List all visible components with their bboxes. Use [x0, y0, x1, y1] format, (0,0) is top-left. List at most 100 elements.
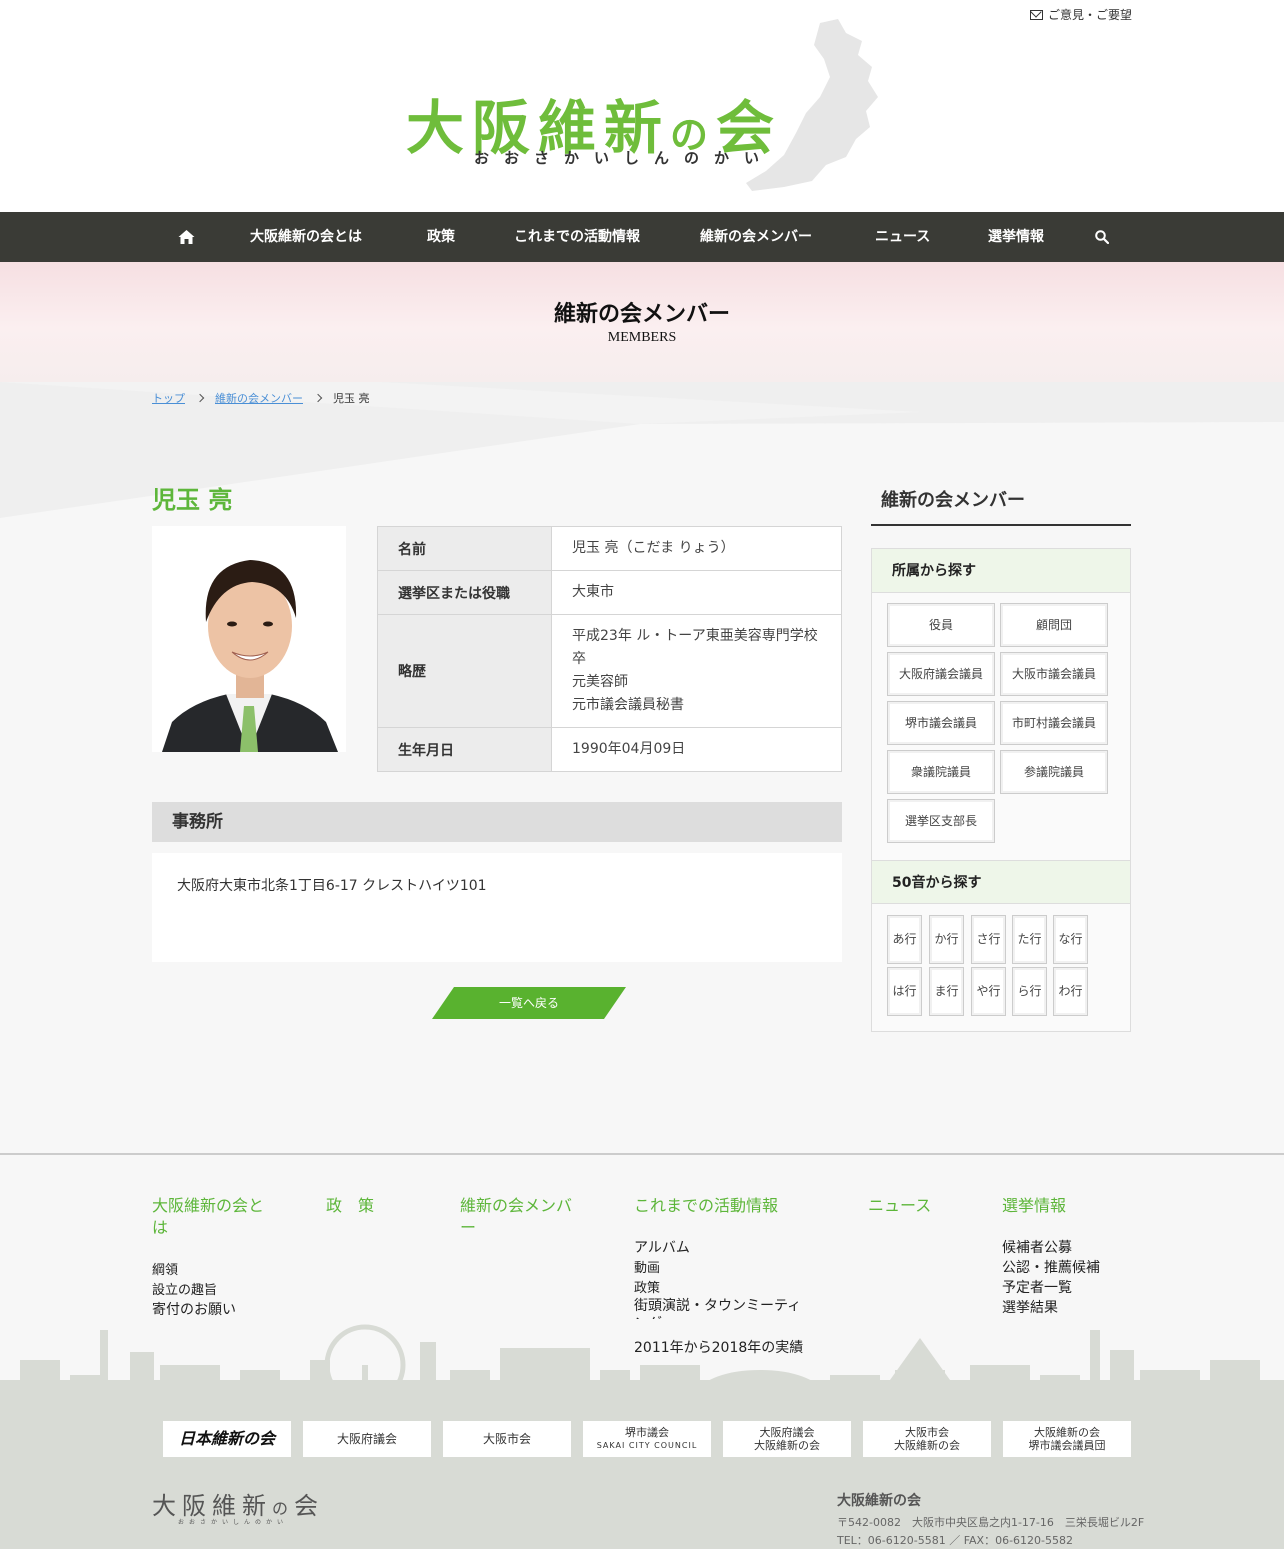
footer-about-title[interactable]: 大阪維新の会とは [152, 1195, 272, 1239]
row-value: 児玉 亮（こだま りょう） [551, 526, 842, 571]
mail-icon [1029, 9, 1043, 20]
kana-ra[interactable]: ら行 [1012, 967, 1047, 1016]
footer-address: 〒542-0082 大阪市中央区島之内1-17-16 三栄長堀ビル2F [837, 1516, 1145, 1529]
site-logo[interactable]: 大阪維新の会 おおさかいしんのかい [400, 15, 890, 200]
banner-label: 大阪市会 [905, 1426, 949, 1439]
home-icon[interactable] [178, 229, 195, 245]
logo-reading: おおさかいしんのかい [474, 149, 775, 167]
footer-news-title[interactable]: ニュース [868, 1195, 931, 1217]
affiliation-house-of-representatives[interactable]: 衆議院議員 [887, 750, 995, 794]
member-name-heading: 児玉 亮 [152, 486, 233, 514]
footer-tel-fax: TEL：06-6120-5581 ／ FAX：06-6120-5582 [837, 1534, 1074, 1547]
kana-na[interactable]: な行 [1053, 915, 1088, 964]
banner-label: 大阪維新の会 [754, 1439, 820, 1452]
row-label: 生年月日 [377, 727, 552, 772]
nav-news[interactable]: ニュース [875, 212, 930, 262]
banner-sakai-ishin[interactable]: 大阪維新の会 堺市議会議員団 [1003, 1421, 1131, 1457]
office-address: 大阪府大東市北条1丁目6-17 クレストハイツ101 [152, 853, 842, 962]
kana-ma[interactable]: ま行 [929, 967, 964, 1016]
nav-policy[interactable]: 政策 [427, 212, 455, 262]
row-value: 平成23年 ル・トーア東亜美容専門学校卒 元美容師 元市議会議員秘書 [551, 614, 842, 728]
row-label: 選挙区または役職 [377, 570, 552, 615]
footer-link-album[interactable]: アルバム [634, 1237, 690, 1257]
footer-elections-title[interactable]: 選挙情報 [1002, 1195, 1066, 1217]
breadcrumb: トップ 維新の会メンバー 児玉 亮 [152, 390, 370, 406]
table-row: 生年月日 1990年04月09日 [377, 727, 842, 772]
banner-osaka-prefectural-assembly[interactable]: 大阪府議会 [303, 1421, 431, 1457]
banner-city-ishin[interactable]: 大阪市会 大阪維新の会 [863, 1421, 991, 1457]
affiliation-branch-heads[interactable]: 選挙区支部長 [887, 799, 995, 843]
affiliation-officers[interactable]: 役員 [887, 603, 995, 647]
member-photo [152, 526, 346, 752]
banner-sakai-city-council[interactable]: 堺市議会 SAKAI CITY COUNCIL [583, 1421, 711, 1457]
search-icon[interactable] [1095, 230, 1109, 244]
sidebar-search-box: 所属から探す 役員 顧問団 大阪府議会議員 大阪市議会議員 堺市議会議員 市町村… [871, 548, 1131, 1032]
row-value: 1990年04月09日 [551, 727, 842, 772]
city-skyline-illustration [0, 1324, 1284, 1410]
row-label: 名前 [377, 526, 552, 571]
back-to-list-button[interactable]: 一覧へ戻る [432, 987, 626, 1019]
footer-link-donation[interactable]: 寄付のお願い [152, 1299, 236, 1319]
table-row: 選挙区または役職 大東市 [377, 570, 842, 615]
footer-link-founding[interactable]: 設立の趣旨 [152, 1279, 217, 1298]
footer-members-title[interactable]: 維新の会メンバー [460, 1195, 580, 1239]
affiliation-municipal[interactable]: 市町村議会議員 [1000, 701, 1108, 745]
footer-activities-title[interactable]: これまでの活動情報 [634, 1195, 778, 1217]
kana-ha[interactable]: は行 [887, 967, 922, 1016]
kana-sa[interactable]: さ行 [971, 915, 1006, 964]
kana-heading: 50音から探す [872, 860, 1130, 904]
footer-link-video[interactable]: 動画 [634, 1257, 660, 1276]
banner-label: 大阪府議会 [759, 1426, 815, 1439]
feedback-label: ご意見・ご要望 [1047, 8, 1132, 22]
nav-members[interactable]: 維新の会メンバー [700, 212, 812, 262]
banner-osaka-city-assembly[interactable]: 大阪市会 [443, 1421, 571, 1457]
kana-ka[interactable]: か行 [929, 915, 964, 964]
banner-prefectural-ishin[interactable]: 大阪府議会 大阪維新の会 [723, 1421, 851, 1457]
footer-link-policy[interactable]: 政策 [634, 1277, 660, 1296]
feedback-link[interactable]: ご意見・ご要望 [1029, 6, 1132, 23]
member-info-table: 名前 児玉 亮（こだま りょう） 選挙区または役職 大東市 略歴 平成23年 ル… [377, 526, 842, 772]
kana-a[interactable]: あ行 [887, 915, 922, 964]
table-row: 名前 児玉 亮（こだま りょう） [377, 526, 842, 571]
footer-link-recruitment[interactable]: 候補者公募 [1002, 1237, 1072, 1257]
footer-link-planned[interactable]: 予定者一覧 [1002, 1277, 1072, 1297]
nav-about[interactable]: 大阪維新の会とは [250, 212, 362, 262]
affiliation-heading: 所属から探す [872, 549, 1130, 593]
banner-nippon-ishin[interactable]: 日本維新の会 [163, 1421, 291, 1457]
row-label: 略歴 [377, 614, 552, 728]
sidebar-title: 維新の会メンバー [871, 486, 1131, 526]
row-value: 大東市 [551, 570, 842, 615]
banner-label-en: SAKAI CITY COUNCIL [596, 1441, 698, 1450]
banner-label: 大阪維新の会 [1034, 1426, 1100, 1439]
affiliation-osaka-city[interactable]: 大阪市議会議員 [1000, 652, 1108, 696]
affiliation-house-of-councillors[interactable]: 参議院議員 [1000, 750, 1108, 794]
office-heading: 事務所 [152, 802, 842, 842]
breadcrumb-top[interactable]: トップ [152, 390, 185, 406]
nav-activities[interactable]: これまでの活動情報 [514, 212, 640, 262]
affiliation-sakai-city[interactable]: 堺市議会議員 [887, 701, 995, 745]
page-subtitle: MEMBERS [607, 330, 677, 345]
banner-label: 大阪府議会 [336, 1432, 397, 1446]
page-hero: 維新の会メンバー MEMBERS [0, 262, 1284, 382]
footer-org-name: 大阪維新の会 [837, 1493, 921, 1509]
career-line: 平成23年 ル・トーア東亜美容専門学校卒 [572, 628, 818, 667]
chevron-right-icon [195, 393, 205, 403]
banner-label: 日本維新の会 [178, 1429, 275, 1448]
kana-ta[interactable]: た行 [1012, 915, 1047, 964]
table-row: 略歴 平成23年 ル・トーア東亜美容専門学校卒 元美容師 元市議会議員秘書 [377, 614, 842, 728]
nav-elections[interactable]: 選挙情報 [988, 212, 1044, 262]
breadcrumb-members[interactable]: 維新の会メンバー [215, 390, 303, 406]
affiliation-prefectural[interactable]: 大阪府議会議員 [887, 652, 995, 696]
footer-link-candidates[interactable]: 公認・推薦候補 [1002, 1257, 1100, 1277]
footer-link-platform[interactable]: 綱領 [152, 1259, 178, 1278]
banner-label: 大阪市会 [482, 1432, 531, 1446]
kana-ya[interactable]: や行 [971, 967, 1006, 1016]
affiliation-advisors[interactable]: 顧問団 [1000, 603, 1108, 647]
kana-wa[interactable]: わ行 [1053, 967, 1088, 1016]
footer-link-results[interactable]: 選挙結果 [1002, 1297, 1058, 1317]
footer-policy-title[interactable]: 政 策 [326, 1195, 374, 1217]
footer-logo[interactable]: 大阪維新の会 [152, 1486, 324, 1521]
chevron-right-icon [313, 393, 323, 403]
footer-link-street-speech[interactable]: 街頭演説・タウンミーティング [634, 1297, 804, 1319]
footer-logo-reading: おおさかいしんのかい [178, 1519, 289, 1526]
